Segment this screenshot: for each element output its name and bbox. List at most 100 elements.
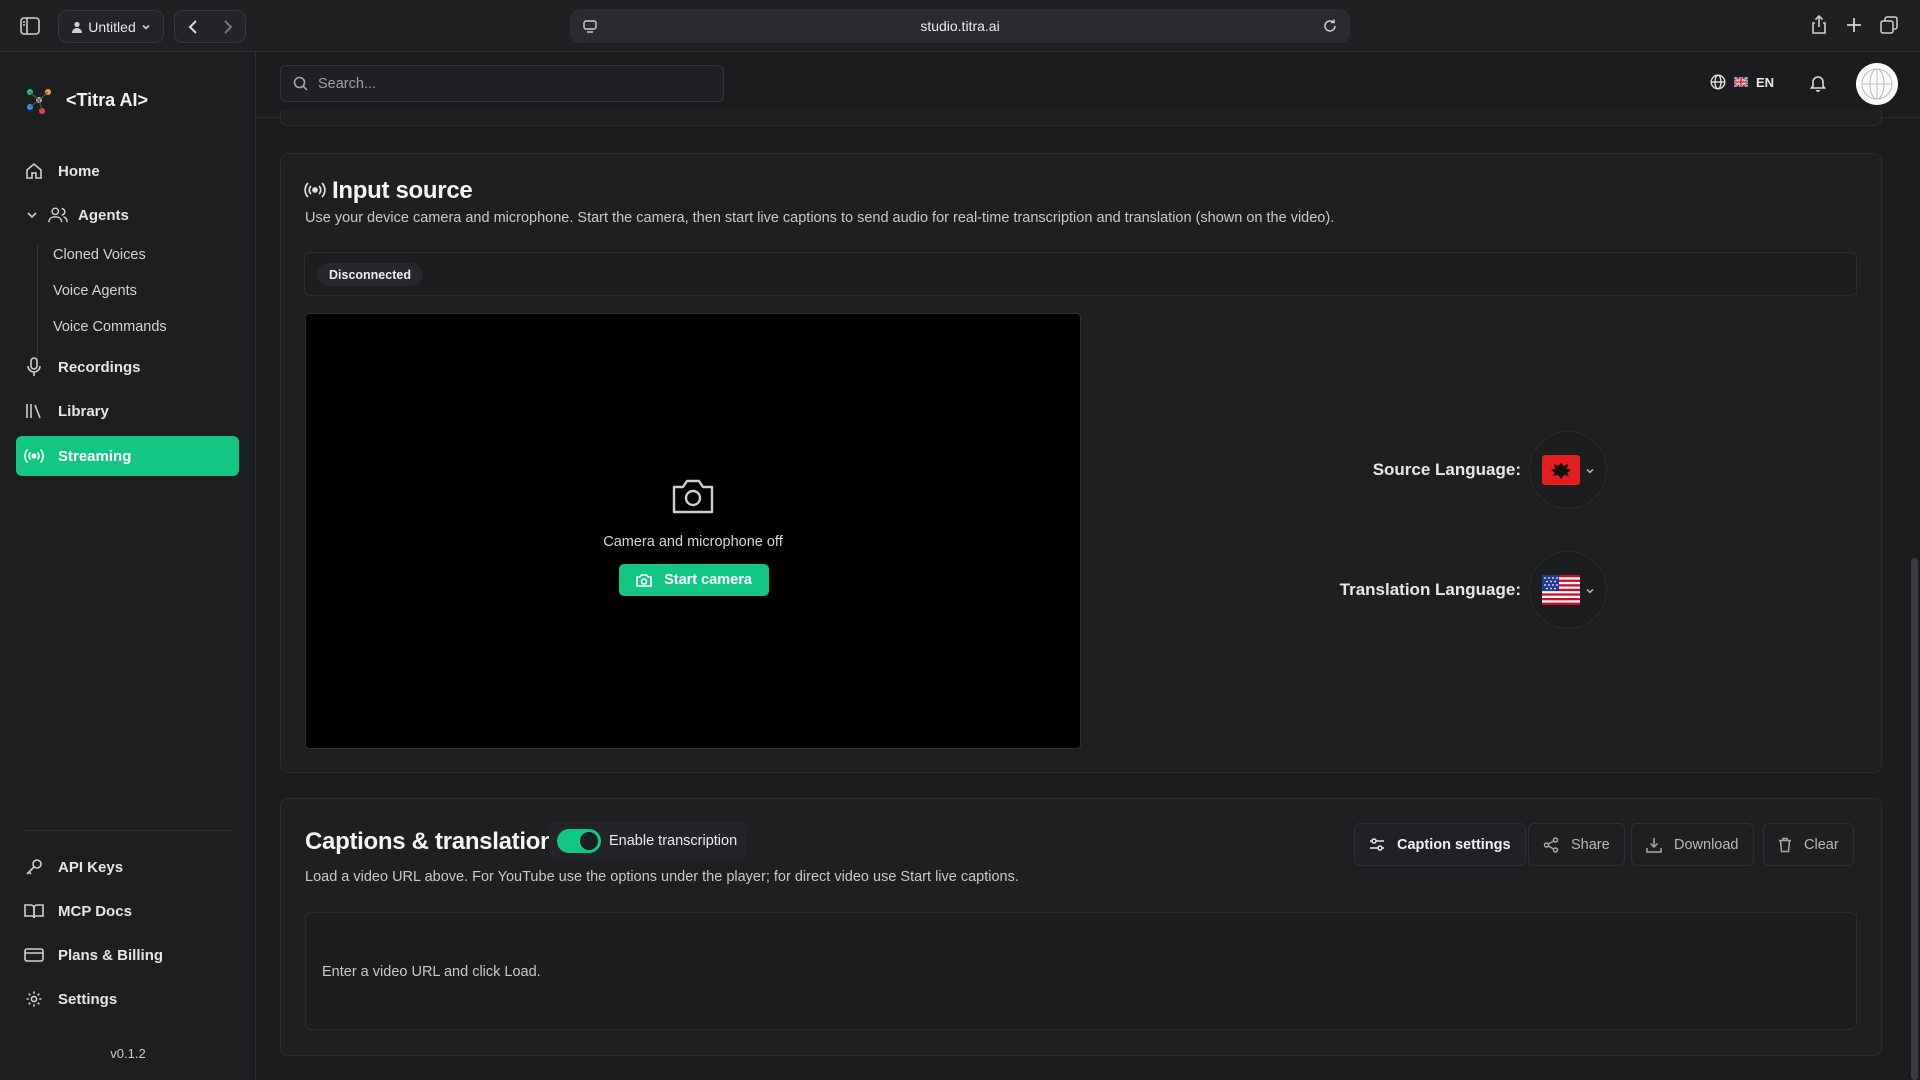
caption-settings-label: Caption settings [1397,836,1511,853]
sidebar-subitem-voice-commands[interactable]: Voice Commands [53,319,167,335]
input-source-title: Input source [332,177,473,204]
share-page-icon[interactable] [1810,15,1828,35]
sidebar-item-label: Agents [78,206,129,224]
credit-card-icon [24,947,44,963]
share-icon [1543,836,1559,853]
sidebar-subitem-voice-agents[interactable]: Voice Agents [53,283,137,299]
person-icon [71,21,83,33]
brand-logo-icon [24,85,54,115]
status-badge: Disconnected [317,263,423,286]
source-language-select[interactable] [1529,431,1607,509]
sidebar: <Titra AI> Home Agents Cloned Voices Voi… [0,52,256,1080]
avatar[interactable] [1856,63,1898,105]
sidebar-item-label: Plans & Billing [58,946,164,964]
transcription-toggle-label: Enable transcription [609,833,738,849]
clear-button[interactable]: Clear [1763,823,1854,866]
download-label: Download [1674,836,1739,853]
scrollbar-thumb[interactable] [1911,558,1918,1080]
sidebar-item-mcp-docs[interactable]: MCP Docs [16,891,239,931]
tab-overview-icon[interactable] [1880,16,1898,34]
site-settings-icon[interactable] [582,18,598,34]
new-tab-icon[interactable] [1846,17,1862,33]
sidebar-item-settings[interactable]: Settings [16,979,239,1019]
toggle-knob [580,832,598,850]
share-button[interactable]: Share [1528,823,1625,866]
camera-icon [670,476,716,516]
clear-label: Clear [1804,836,1839,853]
start-camera-button[interactable]: Start camera [619,564,769,596]
captions-description: Load a video URL above. For YouTube use … [305,869,1019,885]
previous-card-edge [280,110,1882,126]
sidebar-item-label: Streaming [58,447,132,465]
sidebar-divider [24,830,232,831]
source-language-label: Source Language: [1372,460,1521,479]
sidebar-item-label: Home [58,162,100,180]
caption-settings-button[interactable]: Caption settings [1354,823,1526,866]
captions-output: Enter a video URL and click Load. [305,912,1857,1030]
start-camera-label: Start camera [664,572,752,588]
search-placeholder: Search... [318,75,377,92]
brand-name: <Titra AI> [66,89,149,110]
mic-icon [24,357,44,377]
search-input[interactable]: Search... [280,65,724,102]
brand[interactable]: <Titra AI> [24,85,148,115]
home-icon [24,162,44,180]
sidebar-subitem-cloned-voices[interactable]: Cloned Voices [53,247,146,263]
key-icon [24,858,44,876]
search-icon [293,76,308,91]
download-icon [1646,837,1662,853]
reload-icon[interactable] [1322,18,1338,34]
bell-icon[interactable] [1810,74,1826,92]
sidebar-item-label: MCP Docs [58,902,132,920]
sidebar-item-streaming[interactable]: Streaming [16,436,239,476]
translation-language-select[interactable] [1529,551,1607,629]
sidebar-item-label: Settings [58,990,118,1008]
camera-off-text: Camera and microphone off [603,534,783,550]
address-bar[interactable]: studio.titra.ai [570,9,1350,43]
globe-icon [1710,74,1726,90]
chevron-down-icon [141,22,151,32]
uk-flag-icon [1734,77,1748,87]
sidebar-item-agents[interactable]: Agents [22,195,245,235]
translation-language-label: Translation Language: [1339,580,1521,599]
app-version: v0.1.2 [110,1046,146,1061]
url-text: studio.titra.ai [920,18,1000,34]
captions-empty-text: Enter a video URL and click Load. [322,964,541,980]
book-icon [24,903,44,919]
app-header: Search... EN [256,52,1920,118]
forward-arrow-icon[interactable] [210,11,245,42]
sidebar-item-plans-billing[interactable]: Plans & Billing [16,935,239,975]
chevron-down-icon [26,209,38,221]
download-button[interactable]: Download [1631,823,1754,866]
users-icon [48,206,68,224]
broadcast-icon [304,181,326,199]
profile-label: Untitled [88,18,136,35]
back-arrow-icon[interactable] [175,11,210,42]
language-code: EN [1756,74,1775,90]
video-preview: Camera and microphone off Start camera [305,313,1081,749]
chevron-down-icon [1585,466,1595,476]
language-switcher[interactable]: EN [1710,74,1774,90]
usa-flag-icon [1542,575,1580,605]
profile-button[interactable]: Untitled [58,10,164,43]
input-source-description: Use your device camera and microphone. S… [305,210,1335,226]
share-label: Share [1571,836,1610,853]
chevron-down-icon [1585,586,1595,596]
captions-title: Captions & translation [305,828,555,855]
sidebar-item-home[interactable]: Home [16,151,239,191]
connection-status-bar: Disconnected [304,252,1857,296]
trash-icon [1778,837,1792,853]
library-icon [24,402,44,420]
sidebar-item-recordings[interactable]: Recordings [16,347,239,387]
broadcast-icon [24,448,44,464]
transcription-toggle-group[interactable]: Enable transcription [549,822,748,860]
camera-icon [636,573,652,587]
sidebar-item-api-keys[interactable]: API Keys [16,847,239,887]
sidebar-item-label: API Keys [58,858,124,876]
transcription-toggle[interactable] [557,829,601,853]
sidebar-item-library[interactable]: Library [16,391,239,431]
sidebar-toggle-icon[interactable] [20,17,40,35]
submenu-guide-line [37,245,38,361]
sidebar-item-label: Library [58,402,109,420]
albania-flag-icon [1542,455,1580,485]
